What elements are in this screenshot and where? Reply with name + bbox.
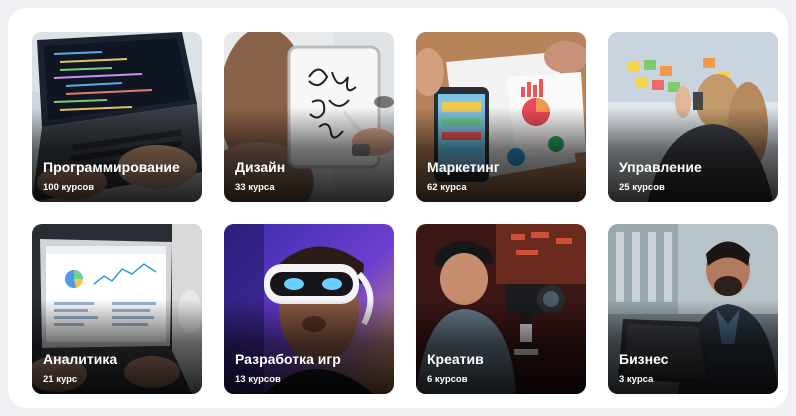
category-course-count: 21 курс: [43, 374, 78, 385]
category-card-programming[interactable]: Программирование 100 курсов: [32, 32, 202, 202]
category-course-count: 3 курса: [619, 374, 654, 385]
category-title: Разработка игр: [235, 351, 341, 367]
category-card-design[interactable]: Дизайн 33 курса: [224, 32, 394, 202]
category-title: Маркетинг: [427, 159, 500, 175]
category-title: Дизайн: [235, 159, 286, 175]
category-course-count: 6 курсов: [427, 374, 468, 385]
category-title: Креатив: [427, 351, 484, 367]
category-card-creative[interactable]: Креатив 6 курсов: [416, 224, 586, 394]
category-card-analytics[interactable]: Аналитика 21 курс: [32, 224, 202, 394]
category-title: Бизнес: [619, 351, 669, 367]
category-card-business[interactable]: Бизнес 3 курса: [608, 224, 778, 394]
category-title: Аналитика: [43, 351, 118, 367]
category-title: Управление: [619, 159, 702, 175]
category-course-count: 33 курса: [235, 182, 275, 193]
course-categories-panel: Программирование 100 курсов Дизайн 33 ку…: [8, 8, 788, 408]
category-course-count: 25 курсов: [619, 182, 665, 193]
category-card-management[interactable]: Управление 25 курсов: [608, 32, 778, 202]
category-card-game-dev[interactable]: Разработка игр 13 курсов: [224, 224, 394, 394]
category-course-count: 62 курса: [427, 182, 467, 193]
category-grid: Программирование 100 курсов Дизайн 33 ку…: [32, 32, 778, 394]
category-course-count: 13 курсов: [235, 374, 281, 385]
category-title: Программирование: [43, 159, 180, 175]
category-card-marketing[interactable]: Маркетинг 62 курса: [416, 32, 586, 202]
category-course-count: 100 курсов: [43, 182, 95, 193]
